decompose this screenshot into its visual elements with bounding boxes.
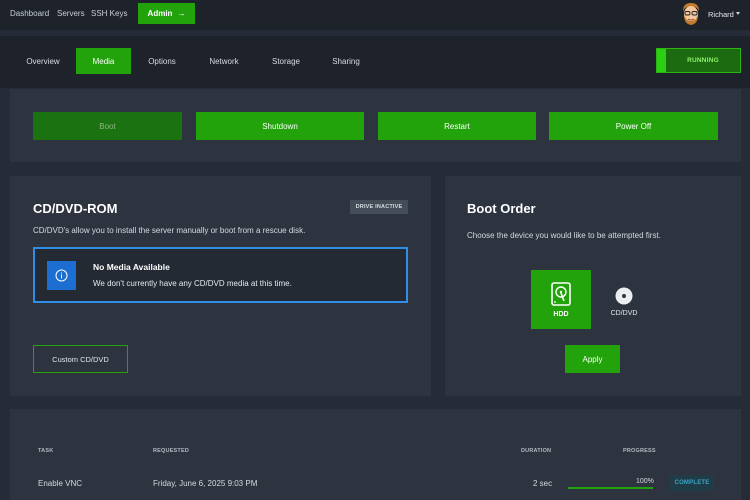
tab-overview[interactable]: Overview	[22, 48, 64, 74]
tab-options[interactable]: Options	[142, 48, 182, 74]
nav-link-servers[interactable]: Servers	[57, 9, 85, 18]
task-status-badge: COMPLETE	[670, 475, 714, 491]
user-name[interactable]: Richard	[708, 10, 734, 19]
tab-storage[interactable]: Storage	[266, 48, 306, 74]
apply-button[interactable]: Apply	[565, 345, 620, 373]
hdd-label: HDD	[553, 311, 569, 318]
avatar[interactable]	[680, 2, 702, 26]
column-header-progress: PROGRESS	[623, 448, 656, 454]
column-header-duration: DURATION	[521, 448, 552, 454]
drive-status-badge: DRIVE INACTIVE	[350, 200, 408, 214]
nav-link-ssh-keys[interactable]: SSH Keys	[91, 9, 127, 18]
column-header-task: TASK	[38, 448, 54, 454]
status-indicator	[657, 49, 666, 72]
admin-button[interactable]: Admin →	[138, 3, 195, 24]
alert-text: We don't currently have any CD/DVD media…	[93, 279, 292, 288]
column-header-requested: REQUESTED	[153, 448, 190, 454]
alert-title: No Media Available	[93, 262, 170, 272]
task-progress-value: 100%	[636, 478, 654, 485]
tab-sharing[interactable]: Sharing	[326, 48, 366, 74]
hard-drive-icon	[551, 282, 571, 306]
restart-button[interactable]: Restart	[378, 112, 536, 140]
no-media-alert: No Media Available We don't currently ha…	[33, 247, 408, 303]
tab-media[interactable]: Media	[76, 48, 131, 74]
task-name: Enable VNC	[38, 479, 83, 488]
power-off-button[interactable]: Power Off	[549, 112, 718, 140]
task-requested: Friday, June 6, 2025 9:03 PM	[153, 479, 258, 488]
arrow-right-icon: →	[177, 9, 186, 18]
info-icon	[47, 261, 76, 290]
tab-bar: Overview Media Options Network Storage S…	[0, 36, 750, 88]
tab-network[interactable]: Network	[204, 48, 244, 74]
power-panel: Boot Shutdown Restart Power Off	[10, 89, 741, 162]
cd-dvd-label[interactable]: CD/DVD	[600, 310, 648, 317]
task-duration: 2 sec	[533, 479, 553, 488]
status-badge: RUNNING	[656, 48, 741, 73]
status-label: RUNNING	[687, 57, 719, 64]
shutdown-button[interactable]: Shutdown	[196, 112, 364, 140]
chevron-down-icon[interactable]	[736, 12, 740, 15]
boot-button[interactable]: Boot	[33, 112, 182, 140]
custom-cd-dvd-button[interactable]: Custom CD/DVD	[33, 345, 128, 373]
boot-device-hdd[interactable]: HDD	[531, 270, 591, 329]
boot-order-title: Boot Order	[467, 201, 536, 216]
cdrom-description: CD/DVD's allow you to install the server…	[33, 226, 306, 235]
boot-order-description: Choose the device you would like to be a…	[467, 231, 661, 240]
cdrom-title: CD/DVD-ROM	[33, 201, 118, 216]
nav-link-dashboard[interactable]: Dashboard	[10, 9, 49, 18]
admin-label: Admin	[147, 9, 173, 18]
cd-dvd-icon[interactable]	[615, 287, 633, 305]
top-bar: Dashboard Servers SSH Keys Admin → Richa…	[0, 0, 750, 30]
task-progress-bar	[568, 487, 653, 489]
